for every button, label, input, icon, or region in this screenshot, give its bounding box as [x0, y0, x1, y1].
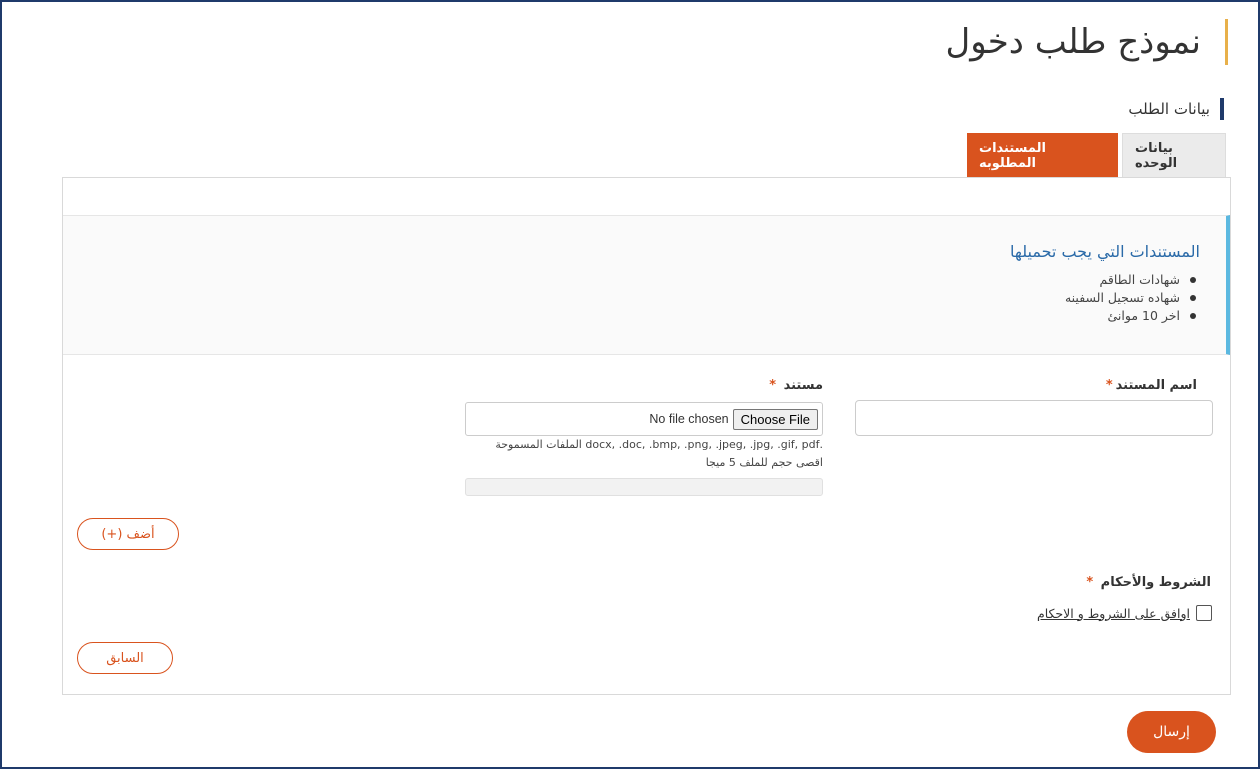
submit-button[interactable]: إرسال	[1127, 711, 1216, 753]
page-title: نموذج طلب دخول	[945, 22, 1201, 62]
terms-agree-checkbox[interactable]	[1196, 605, 1212, 621]
required-documents-notice: المستندات التي يجب تحميلها شهادات الطاقم…	[63, 215, 1230, 355]
section-accent-bar	[1220, 98, 1224, 120]
documents-panel: المستندات التي يجب تحميلها شهادات الطاقم…	[62, 177, 1231, 695]
section-title: بيانات الطلب	[1128, 100, 1210, 118]
document-name-label: اسم المستند*	[1106, 378, 1197, 393]
allowed-files-hint: .docx, .doc, .bmp, .png, .jpeg, .jpg, .g…	[495, 438, 823, 451]
terms-label-text: الشروط والأحكام	[1100, 575, 1211, 590]
terms-label: الشروط والأحكام *	[1086, 575, 1211, 590]
previous-button[interactable]: السابق	[77, 642, 173, 674]
page-header: نموذج طلب دخول	[945, 16, 1228, 68]
max-size-hint: اقصى حجم للملف 5 ميجا	[705, 456, 823, 469]
bullet-icon	[1190, 295, 1196, 301]
required-mark: *	[769, 378, 777, 393]
bullet-icon	[1190, 313, 1196, 319]
upload-progress-bar	[465, 478, 823, 496]
tab-unit-data[interactable]: بيانات الوحده	[1122, 133, 1226, 178]
add-document-button[interactable]: (+) أضف	[77, 518, 179, 550]
terms-agree-link[interactable]: اوافق على الشروط و الاحكام	[1037, 606, 1190, 621]
choose-file-button[interactable]: Choose File	[732, 408, 818, 430]
title-accent-bar	[1225, 19, 1228, 65]
list-item-text: شهادات الطاقم	[1099, 272, 1180, 287]
app-frame: نموذج طلب دخول بيانات الطلب بيانات الوحد…	[0, 0, 1260, 769]
file-status-text: No file chosen	[649, 412, 729, 426]
terms-agree-row: اوافق على الشروط و الاحكام	[1037, 605, 1212, 621]
list-item: شهادات الطاقم	[63, 271, 1196, 289]
list-item-text: اخر 10 موانئ	[1107, 308, 1180, 323]
section-header: بيانات الطلب	[1128, 98, 1224, 120]
document-label: مستند *	[769, 378, 823, 393]
document-label-text: مستند	[783, 378, 823, 393]
tab-required-documents[interactable]: المستندات المطلوبه	[967, 133, 1118, 178]
tab-bar: بيانات الوحده المستندات المطلوبه	[967, 133, 1226, 178]
bullet-icon	[1190, 277, 1196, 283]
list-item: شهاده تسجيل السفينه	[63, 289, 1196, 307]
required-mark: *	[1105, 378, 1113, 393]
document-name-input[interactable]	[855, 400, 1213, 436]
required-documents-list: شهادات الطاقم شهاده تسجيل السفينه اخر 10…	[63, 271, 1200, 325]
notice-title: المستندات التي يجب تحميلها	[1009, 242, 1200, 261]
list-item: اخر 10 موانئ	[63, 307, 1196, 325]
required-mark: *	[1086, 575, 1094, 590]
list-item-text: شهاده تسجيل السفينه	[1064, 290, 1180, 305]
document-name-label-text: اسم المستند	[1115, 378, 1197, 393]
file-input[interactable]: No file chosen Choose File	[465, 402, 823, 436]
